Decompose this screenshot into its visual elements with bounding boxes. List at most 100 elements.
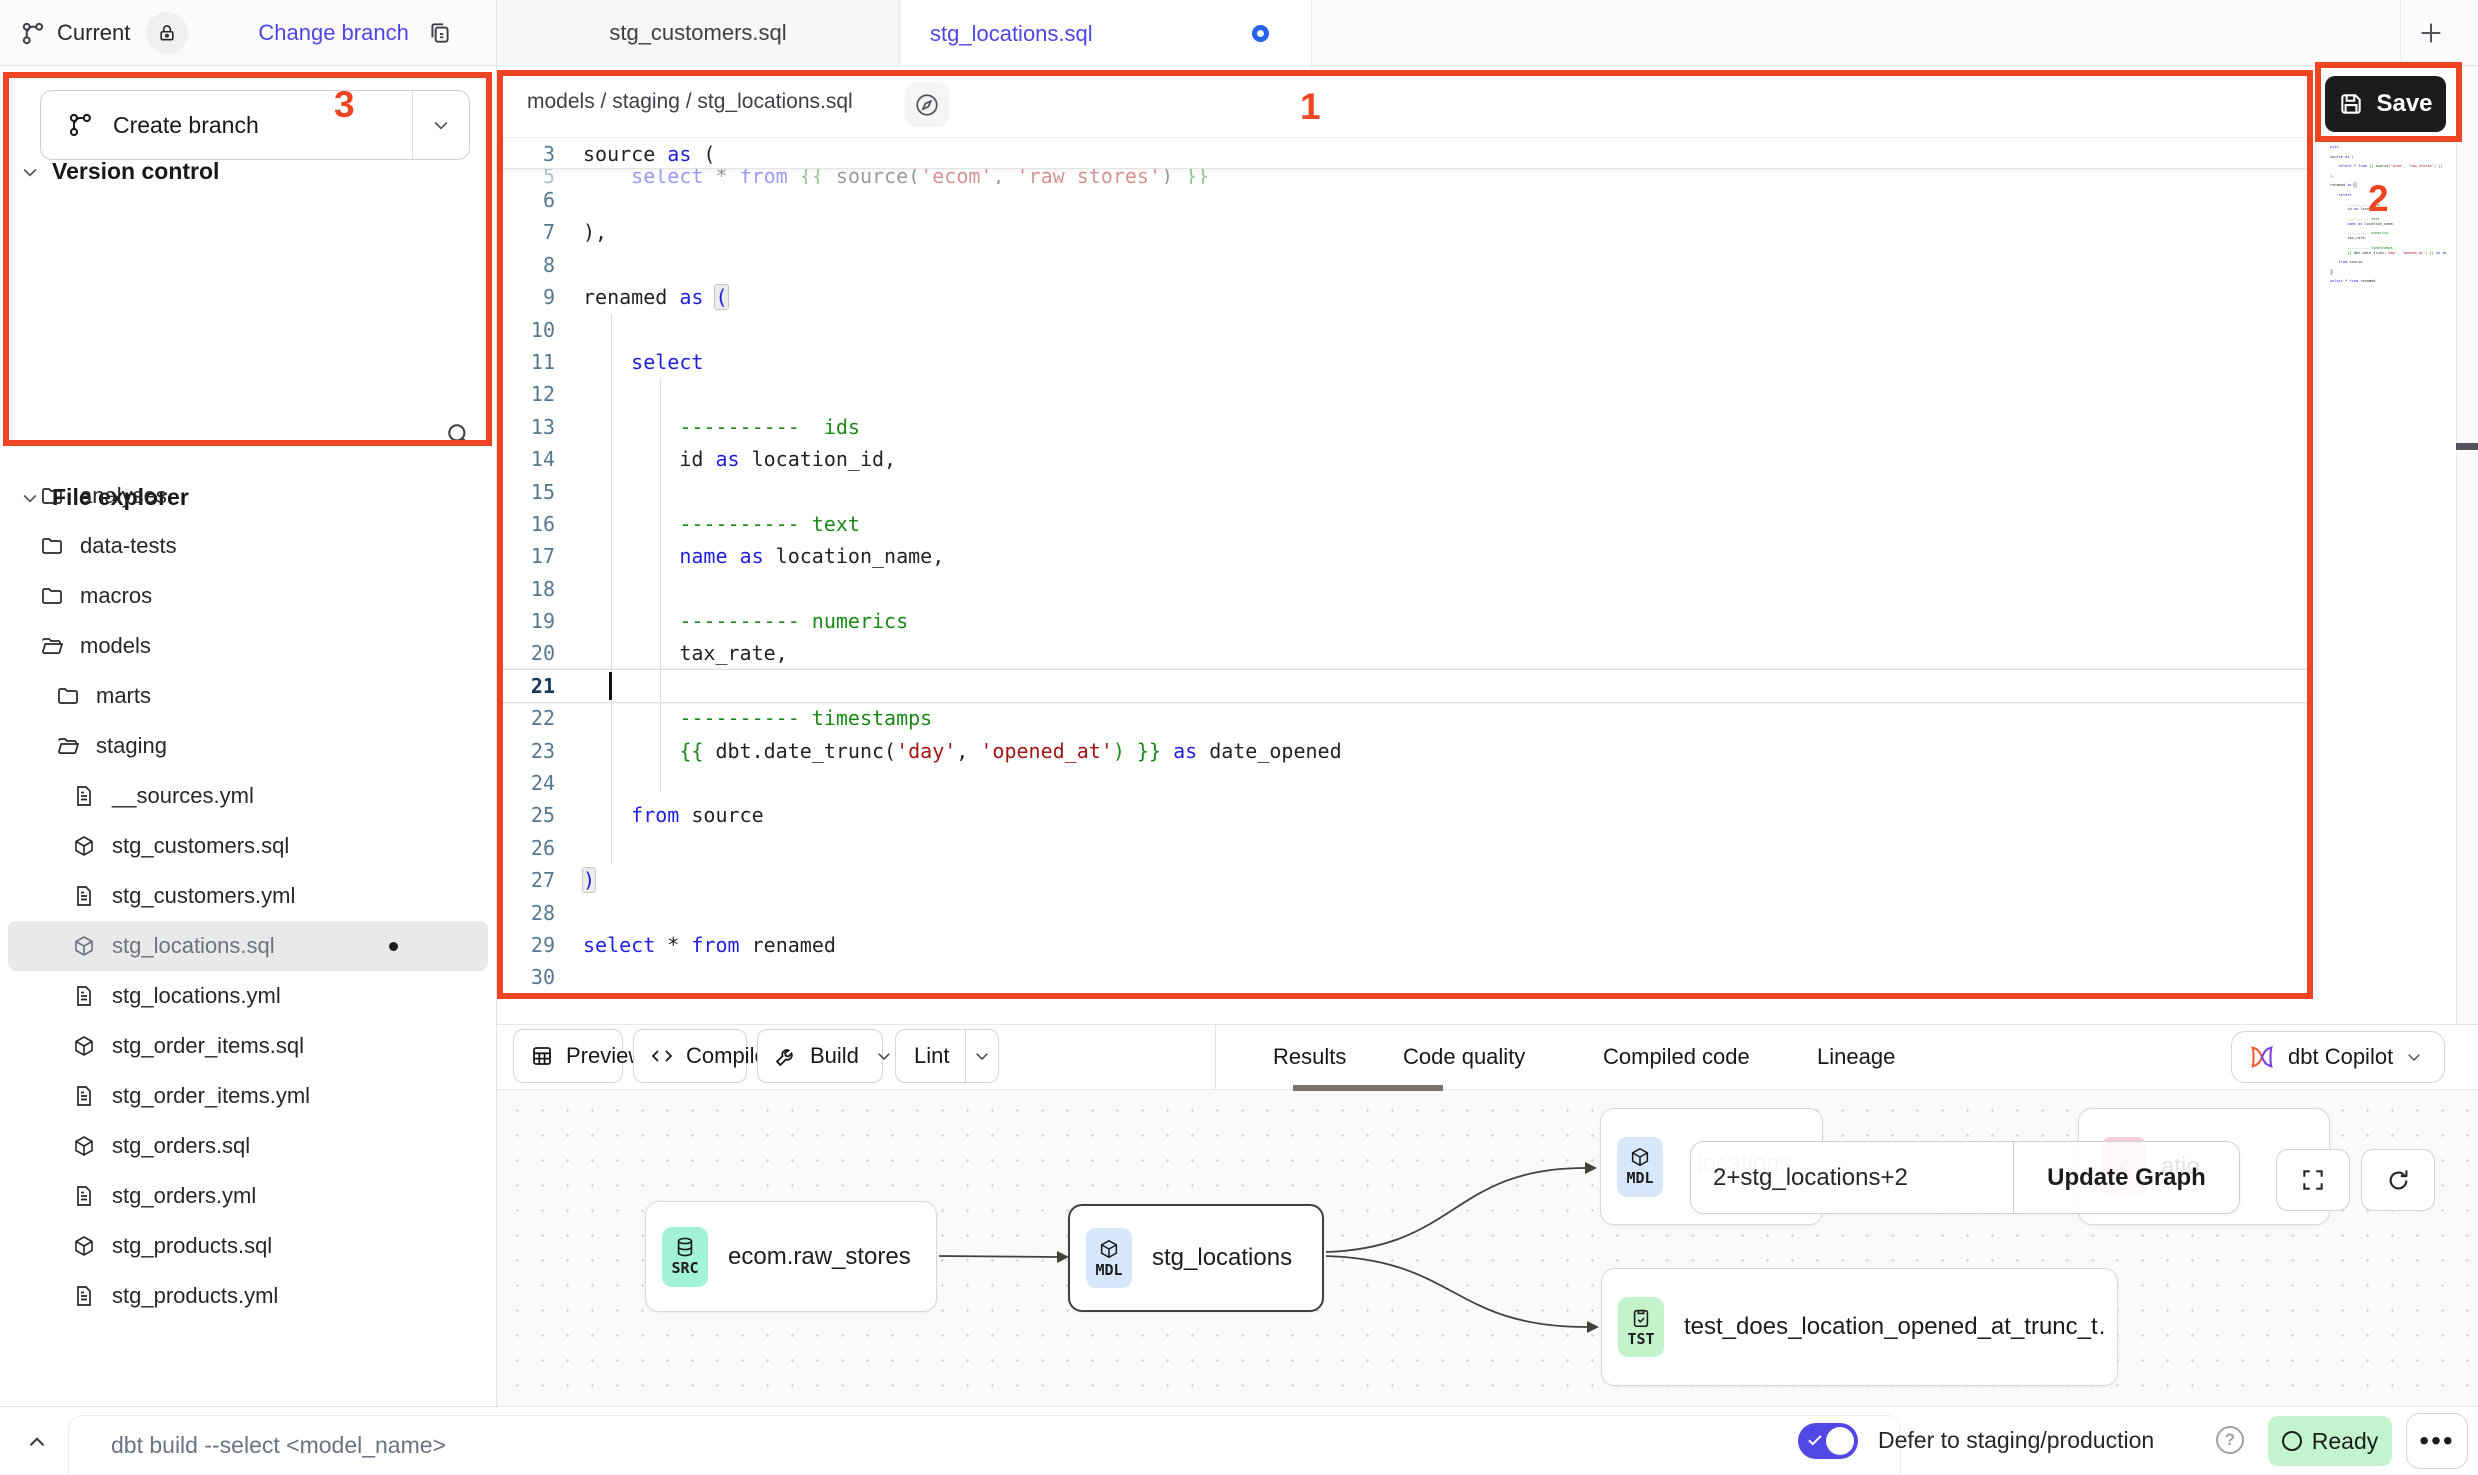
model-badge: MDL [1617, 1137, 1663, 1197]
line-content: ), [583, 216, 607, 248]
panel-resize-handle[interactable] [2456, 443, 2478, 450]
tree-item-label: stg_orders.sql [112, 1133, 250, 1159]
line-content: select * from {{ source('ecom', 'raw_sto… [583, 169, 1209, 184]
badge-label: MDL [1626, 1169, 1653, 1187]
fullscreen-button[interactable] [2276, 1149, 2350, 1211]
tab-stg-locations[interactable]: stg_locations.sql [900, 0, 1312, 67]
tree-item-stg-orders-sql[interactable]: stg_orders.sql [0, 1121, 496, 1171]
code-area[interactable]: 5 select * from {{ source('ecom', 'raw_s… [497, 169, 2313, 994]
lint-dropdown[interactable] [966, 1030, 998, 1082]
tab-label: Compiled code [1603, 1044, 1750, 1070]
code-line-22: 22 ---------- timestamps [497, 702, 2313, 734]
status-ring-icon [2282, 1431, 2302, 1451]
model-icon [72, 834, 96, 858]
line-number: 9 [497, 281, 583, 313]
new-tab-button[interactable] [2414, 16, 2448, 50]
folder-open-icon [56, 734, 80, 758]
update-graph-button[interactable]: Update Graph [2014, 1142, 2239, 1213]
tree-item-stg-customers-yml[interactable]: stg_customers.yml [0, 871, 496, 921]
refresh-graph-button[interactable] [2361, 1149, 2435, 1211]
tab-compiled-code[interactable]: Compiled code [1603, 1025, 1750, 1089]
model-icon [72, 1234, 96, 1258]
build-button[interactable]: Build [757, 1029, 883, 1083]
table-icon [530, 1044, 554, 1068]
sticky-code-line: 3source as ( [497, 137, 2313, 169]
line-content: {{ dbt.date_trunc('day', 'opened_at') }}… [583, 735, 1342, 767]
preview-button[interactable]: Preview [513, 1029, 623, 1083]
tree-item-analyses[interactable]: analyses [0, 471, 496, 521]
code-line-15: 15 [497, 476, 2313, 508]
line-number: 26 [497, 832, 583, 864]
code-line-21: 21 [497, 670, 2313, 702]
compile-button[interactable]: Compile [633, 1029, 747, 1083]
folder-icon [56, 684, 80, 708]
help-icon[interactable]: ? [2216, 1426, 2244, 1454]
line-content: tax_rate, [583, 637, 788, 669]
tree-item-marts[interactable]: marts [0, 671, 496, 721]
database-icon [674, 1236, 696, 1258]
tree-item-label: stg_locations.sql [112, 933, 275, 959]
lint-button[interactable]: Lint [895, 1029, 999, 1083]
create-branch-main[interactable]: Create branch [41, 91, 412, 159]
source-badge: SRC [662, 1227, 708, 1287]
tree-item-stg-locations-yml[interactable]: stg_locations.yml [0, 971, 496, 1021]
command-input[interactable]: dbt build --select <model_name> [68, 1415, 1901, 1475]
code-line-26: 26 [497, 832, 2313, 864]
model-badge: MDL [1086, 1228, 1132, 1288]
line-content: ) [583, 864, 595, 896]
code-line-17: 17 name as location_name, [497, 540, 2313, 572]
tree-item-stg-locations-sql[interactable]: stg_locations.sql [8, 921, 488, 971]
badge-label: MDL [1095, 1261, 1122, 1279]
minimap[interactable]: withsource as ( select * from {{ source(… [2330, 145, 2446, 380]
file-icon [72, 1284, 96, 1308]
code-line-14: 14 id as location_id, [497, 443, 2313, 475]
tab-code-quality[interactable]: Code quality [1403, 1025, 1525, 1089]
code-line-28: 28 [497, 897, 2313, 929]
tree-item-stg-products-sql[interactable]: stg_products.sql [0, 1221, 496, 1271]
create-branch-dropdown[interactable] [413, 91, 469, 159]
create-branch-button[interactable]: Create branch [40, 90, 470, 160]
change-branch-link[interactable]: Change branch [258, 20, 408, 46]
build-label: Build [810, 1043, 859, 1069]
lineage-node-stg-locations[interactable]: MDL stg_locations [1068, 1204, 1324, 1312]
tree-item--sources-yml[interactable]: __sources.yml [0, 771, 496, 821]
line-number: 29 [497, 929, 583, 961]
tree-item-stg-order-items-yml[interactable]: stg_order_items.yml [0, 1071, 496, 1121]
tab-stg-customers[interactable]: stg_customers.sql [497, 0, 900, 66]
copy-icon[interactable] [427, 20, 453, 46]
tree-item-macros[interactable]: macros [0, 571, 496, 621]
tree-item-label: stg_locations.yml [112, 983, 281, 1009]
line-content: select * from renamed [583, 929, 836, 961]
more-options-button[interactable]: ••• [2406, 1413, 2468, 1469]
lineage-node-test[interactable]: TST test_does_location_opened_at_trunc_t… [1601, 1268, 2118, 1386]
line-number: 23 [497, 735, 583, 767]
tree-item-stg-customers-sql[interactable]: stg_customers.sql [0, 821, 496, 871]
save-button[interactable]: Save [2325, 76, 2446, 132]
tree-item-staging[interactable]: staging [0, 721, 496, 771]
tree-item-label: stg_order_items.sql [112, 1033, 304, 1059]
lineage-selector-input[interactable] [1691, 1142, 2013, 1213]
expand-command-bar-button[interactable] [24, 1429, 50, 1455]
chevron-down-icon [875, 1047, 893, 1065]
file-search-button[interactable] [444, 420, 472, 448]
view-lineage-button[interactable] [905, 83, 949, 127]
build-dropdown[interactable] [875, 1030, 893, 1082]
line-content: select [583, 346, 703, 378]
tab-lineage[interactable]: Lineage [1817, 1025, 1895, 1089]
line-number: 14 [497, 443, 583, 475]
tab-results[interactable]: Results [1273, 1025, 1346, 1089]
tree-item-stg-products-yml[interactable]: stg_products.yml [0, 1271, 496, 1321]
tree-item-models[interactable]: models [0, 621, 496, 671]
line-content: ---------- timestamps [583, 702, 932, 734]
lineage-node-source[interactable]: SRC ecom.raw_stores [645, 1201, 937, 1312]
ready-label: Ready [2312, 1428, 2378, 1455]
dbt-copilot-button[interactable]: dbt Copilot [2231, 1031, 2445, 1083]
tree-item-data-tests[interactable]: data-tests [0, 521, 496, 571]
line-number: 20 [497, 637, 583, 669]
defer-toggle[interactable] [1798, 1423, 1858, 1459]
tree-item-stg-orders-yml[interactable]: stg_orders.yml [0, 1171, 496, 1221]
line-content: name as location_name, [583, 540, 944, 572]
tree-item-stg-order-items-sql[interactable]: stg_order_items.sql [0, 1021, 496, 1071]
node-label: stg_locations [1152, 1244, 1292, 1272]
line-number: 11 [497, 346, 583, 378]
